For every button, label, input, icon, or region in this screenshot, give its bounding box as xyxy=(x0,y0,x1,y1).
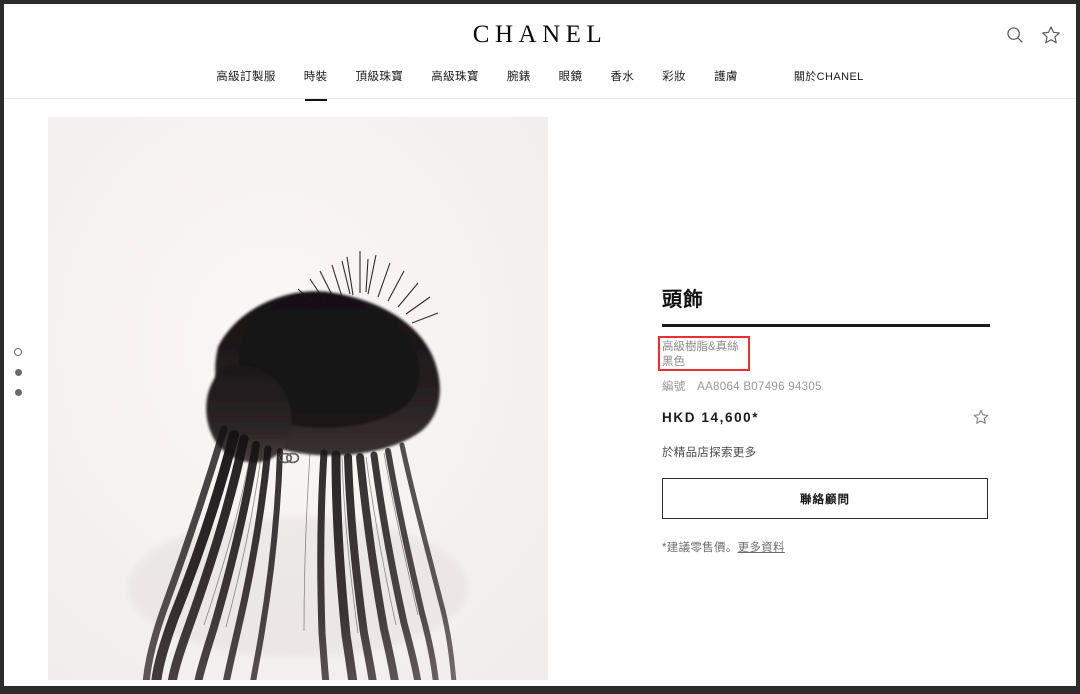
contact-advisor-label: 聯絡顧問 xyxy=(800,493,850,506)
add-to-wishlist-star-icon[interactable] xyxy=(972,408,990,426)
product-code: 編號 AA8064 B07496 94305 xyxy=(662,378,992,394)
nav-item-label: 時裝 xyxy=(303,71,328,83)
browser-window-frame: CHANEL 高級訂製服 時裝 頂級珠寶 高級珠寶 腕錶 眼鏡 香水 彩妝 護膚… xyxy=(0,0,1080,694)
contact-advisor-button[interactable]: 聯絡顧問 xyxy=(662,478,988,519)
nav-item-about-chanel[interactable]: 關於CHANEL xyxy=(780,64,878,84)
nav-item-label: 香水 xyxy=(610,71,635,83)
nav-item-label: 高級珠寶 xyxy=(431,71,479,83)
nav-item-fragrance[interactable]: 香水 xyxy=(596,64,648,84)
nav-item-label: 關於CHANEL xyxy=(793,71,864,83)
nav-item-label: 高級訂製服 xyxy=(216,71,276,83)
gallery-dot-1[interactable] xyxy=(14,348,22,356)
gallery-dot-3[interactable] xyxy=(14,389,22,396)
more-info-link[interactable]: 更多資料 xyxy=(738,542,785,554)
nav-item-label: 頂級珠寶 xyxy=(355,71,404,83)
material-color-block: 高級樹脂&真絲 黑色 xyxy=(658,336,752,371)
nav-item-label: 彩妝 xyxy=(662,71,687,83)
main-content: 頭飾 高級樹脂&真絲 黑色 編號 AA8064 B07496 94305 HKD… xyxy=(4,98,1076,686)
nav-item-label: 護膚 xyxy=(714,71,738,83)
nav-item-fine-jewelry[interactable]: 高級珠寶 xyxy=(417,64,493,84)
nav-item-haute-couture[interactable]: 高級訂製服 xyxy=(202,64,290,84)
product-price: HKD 14,600* xyxy=(662,409,760,425)
nav-item-eyewear[interactable]: 眼鏡 xyxy=(545,64,597,84)
search-icon[interactable] xyxy=(1004,24,1026,46)
title-divider xyxy=(662,324,990,327)
product-code-value: AA8064 B07496 94305 xyxy=(697,381,822,393)
product-material: 高級樹脂&真絲 xyxy=(662,341,739,353)
product-info-panel: 頭飾 高級樹脂&真絲 黑色 編號 AA8064 B07496 94305 HKD… xyxy=(658,288,992,555)
nav-item-watches[interactable]: 腕錶 xyxy=(493,64,545,84)
product-color: 黑色 xyxy=(662,356,685,368)
gallery-dot-2[interactable] xyxy=(14,369,22,376)
gallery-pagination-dots xyxy=(14,348,22,396)
page-root: CHANEL 高級訂製服 時裝 頂級珠寶 高級珠寶 腕錶 眼鏡 香水 彩妝 護膚… xyxy=(4,4,1076,686)
nav-item-high-jewelry[interactable]: 頂級珠寶 xyxy=(342,64,418,84)
nav-item-skincare[interactable]: 護膚 xyxy=(700,64,752,84)
disclaimer-text: *建議零售價。 xyxy=(662,542,738,554)
boutique-note: 於精品店探索更多 xyxy=(662,447,757,459)
nav-item-label: 腕錶 xyxy=(506,71,531,83)
main-navigation: 高級訂製服 時裝 頂級珠寶 高級珠寶 腕錶 眼鏡 香水 彩妝 護膚 關於CHAN… xyxy=(4,64,1076,101)
product-image[interactable] xyxy=(48,117,548,680)
product-title: 頭飾 xyxy=(662,289,704,311)
price-row: HKD 14,600* xyxy=(662,408,990,426)
header-tools xyxy=(1004,24,1062,46)
wishlist-star-icon[interactable] xyxy=(1040,24,1062,46)
chanel-logo[interactable]: CHANEL xyxy=(4,21,1076,49)
nav-item-makeup[interactable]: 彩妝 xyxy=(648,64,700,84)
price-disclaimer: *建議零售價。更多資料 xyxy=(662,539,992,555)
nav-item-fashion[interactable]: 時裝 xyxy=(290,64,342,101)
nav-item-label: 眼鏡 xyxy=(558,71,583,83)
site-header: CHANEL 高級訂製服 時裝 頂級珠寶 高級珠寶 腕錶 眼鏡 香水 彩妝 護膚… xyxy=(4,4,1076,101)
product-code-label: 編號 xyxy=(662,381,686,393)
